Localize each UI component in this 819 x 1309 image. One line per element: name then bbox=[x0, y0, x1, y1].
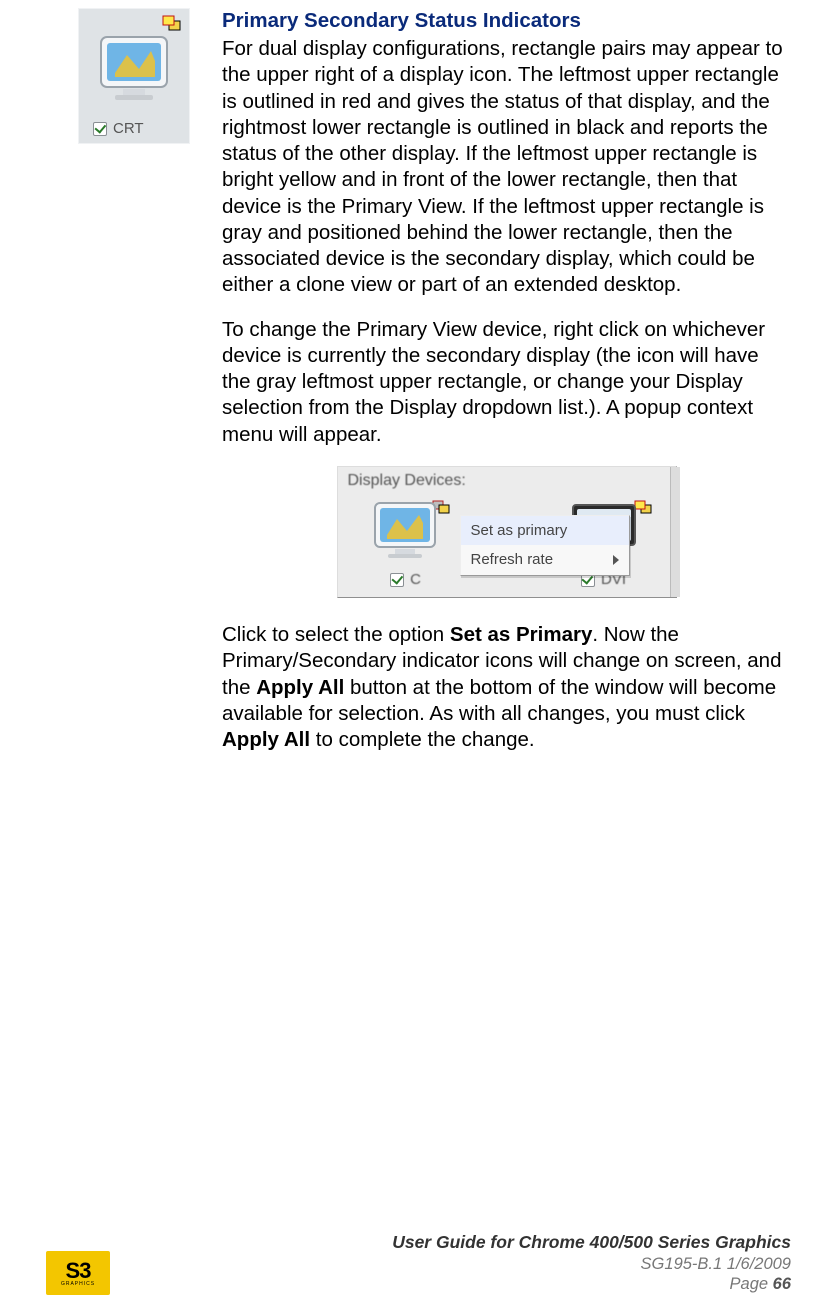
text-fragment: Click to select the option bbox=[222, 623, 450, 646]
footer-title: User Guide for Chrome 400/500 Series Gra… bbox=[126, 1232, 791, 1254]
panel-scrollbar[interactable] bbox=[670, 467, 680, 597]
crt-monitor-icon bbox=[97, 33, 173, 108]
menu-refresh-rate[interactable]: Refresh rate bbox=[461, 545, 629, 574]
footer-page: Page 66 bbox=[126, 1274, 791, 1295]
paragraph-1: For dual display configurations, rectang… bbox=[222, 36, 791, 298]
panel-title: Display Devices: bbox=[348, 471, 670, 491]
device-crt-checkbox[interactable] bbox=[390, 573, 404, 587]
bold-set-as-primary: Set as Primary bbox=[450, 623, 592, 646]
paragraph-3: Click to select the option Set as Primar… bbox=[222, 622, 791, 753]
text-fragment: to complete the change. bbox=[310, 728, 535, 751]
bold-apply-all: Apply All bbox=[256, 676, 344, 699]
bold-apply-all: Apply All bbox=[222, 728, 310, 751]
page-footer: S3 GRAPHICS User Guide for Chrome 400/50… bbox=[0, 1232, 819, 1295]
context-menu: Set as primary Refresh rate bbox=[460, 515, 630, 575]
menu-item-label: Set as primary bbox=[471, 521, 568, 540]
device-crt[interactable]: C bbox=[346, 499, 466, 589]
submenu-arrow-icon bbox=[613, 555, 619, 565]
primary-indicator-icon bbox=[161, 15, 183, 33]
crt-device-icon bbox=[371, 499, 441, 566]
footer-page-number: 66 bbox=[773, 1275, 791, 1293]
crt-label: CRT bbox=[113, 120, 144, 137]
menu-item-label: Refresh rate bbox=[471, 550, 554, 569]
footer-docid: SG195-B.1 1/6/2009 bbox=[126, 1254, 791, 1275]
logo-text: S3 bbox=[66, 1260, 91, 1282]
logo-subtext: GRAPHICS bbox=[61, 1282, 95, 1287]
menu-set-as-primary[interactable]: Set as primary bbox=[461, 516, 629, 545]
footer-page-label: Page bbox=[730, 1275, 773, 1293]
s3-logo: S3 GRAPHICS bbox=[46, 1251, 110, 1295]
crt-icon-block: CRT bbox=[78, 8, 190, 144]
device-crt-label: C bbox=[410, 570, 421, 589]
display-devices-panel: Display Devices: bbox=[337, 466, 677, 598]
paragraph-2: To change the Primary View device, right… bbox=[222, 317, 791, 448]
crt-checkbox[interactable] bbox=[93, 122, 107, 136]
section-heading: Primary Secondary Status Indicators bbox=[222, 8, 791, 34]
